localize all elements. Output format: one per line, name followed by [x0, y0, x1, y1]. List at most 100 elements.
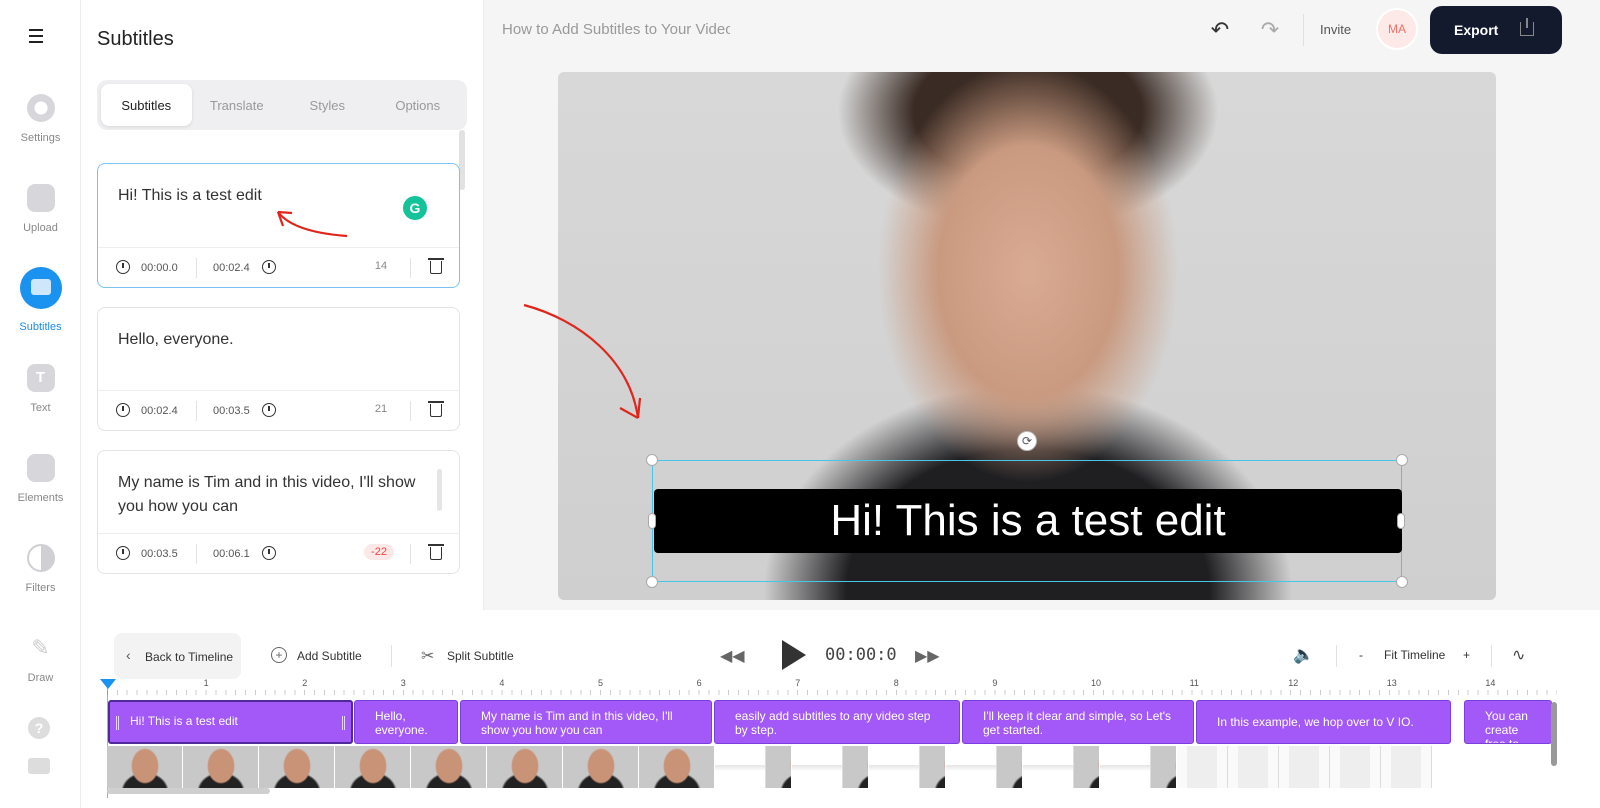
tab-subtitles[interactable]: Subtitles: [101, 84, 192, 126]
subtitle-overlay[interactable]: Hi! This is a test edit: [654, 489, 1402, 553]
upload-icon: [1520, 18, 1534, 36]
start-time[interactable]: 00:00.0: [141, 262, 178, 274]
back-to-timeline-button[interactable]: ‹ Back to Timeline: [114, 633, 241, 679]
thumbnail: [946, 746, 997, 788]
segment-text: I'll keep it clear and simple, so Let's …: [983, 709, 1172, 737]
thumbnail: [920, 746, 946, 788]
rail-item-settings[interactable]: Settings: [0, 94, 81, 144]
play-icon[interactable]: [782, 640, 806, 670]
redo-icon[interactable]: ↷: [1256, 16, 1284, 44]
avatar[interactable]: MA: [1376, 8, 1418, 50]
panel-tabs: Subtitles Translate Styles Options: [97, 80, 467, 130]
resize-handle[interactable]: [1396, 576, 1408, 588]
resize-handle[interactable]: [648, 513, 656, 529]
segment-grip[interactable]: [342, 716, 345, 730]
start-time[interactable]: 00:03.5: [141, 548, 178, 560]
end-clock-icon[interactable]: [262, 546, 276, 560]
keyboard-icon[interactable]: [28, 758, 50, 774]
end-clock-icon[interactable]: [262, 260, 276, 274]
export-button[interactable]: Export: [1430, 6, 1562, 54]
thumbnail: [335, 746, 411, 788]
subtitle-text[interactable]: Hi! This is a test edit: [118, 184, 419, 208]
timeline-segment[interactable]: Hello, everyone.: [354, 700, 458, 744]
timeline-segment[interactable]: My name is Tim and in this video, I'll s…: [460, 700, 712, 744]
subtitle-card-footer: 00:00.0 00:02.4 14: [98, 247, 459, 287]
chevron-left-icon: ‹: [126, 647, 131, 663]
timeline-segment[interactable]: You can create free to go st: [1464, 700, 1552, 744]
tab-styles[interactable]: Styles: [282, 84, 373, 126]
segment-text: My name is Tim and in this video, I'll s…: [481, 709, 673, 737]
resize-handle[interactable]: [646, 576, 658, 588]
zoom-out-button[interactable]: -: [1359, 648, 1363, 662]
subtitle-text[interactable]: Hello, everyone.: [118, 328, 419, 352]
rail-item-upload[interactable]: Upload: [0, 184, 81, 234]
timeline-horizontal-scrollbar[interactable]: [107, 788, 270, 794]
thumbnail: [259, 746, 335, 788]
start-clock-icon[interactable]: [116, 403, 130, 417]
elements-icon: [26, 454, 55, 482]
timeline-segment[interactable]: easily add subtitles to any video step b…: [714, 700, 960, 744]
waveform-icon[interactable]: ∿: [1512, 645, 1525, 665]
rail-item-label: Draw: [27, 672, 54, 684]
thumbnail: [1074, 746, 1100, 788]
end-time[interactable]: 00:06.1: [213, 548, 250, 560]
subtitle-card[interactable]: Hello, everyone. 00:02.4 00:03.5 21: [97, 307, 460, 431]
subtitle-text[interactable]: My name is Tim and in this video, I'll s…: [118, 471, 419, 519]
plus-circle-icon[interactable]: +: [271, 647, 287, 663]
scissors-icon[interactable]: ✂: [421, 646, 434, 666]
timeline-vertical-scrollbar[interactable]: [1551, 702, 1557, 766]
start-clock-icon[interactable]: [116, 546, 130, 560]
skip-back-icon[interactable]: ◀◀: [720, 646, 745, 666]
card-scrollbar[interactable]: [437, 469, 442, 511]
trash-icon[interactable]: [428, 544, 444, 560]
zoom-in-button[interactable]: +: [1463, 648, 1470, 662]
volume-icon[interactable]: 🔈: [1293, 645, 1314, 665]
help-icon[interactable]: ?: [28, 717, 50, 739]
grammarly-icon[interactable]: G: [403, 196, 427, 220]
menu-icon[interactable]: [29, 29, 51, 45]
rail-item-label: Settings: [20, 132, 61, 144]
subtitle-card[interactable]: My name is Tim and in this video, I'll s…: [97, 450, 460, 574]
resize-handle[interactable]: [1396, 454, 1408, 466]
timeline-segment[interactable]: Hi! This is a test edit: [108, 700, 353, 744]
thumbnail: [487, 746, 563, 788]
image-upload-icon: [26, 184, 55, 212]
rail-item-text[interactable]: T Text: [0, 364, 81, 414]
end-time[interactable]: 00:03.5: [213, 405, 250, 417]
project-title[interactable]: How to Add Subtitles to Your Video: [502, 21, 730, 38]
thumbnail: [1023, 746, 1074, 788]
add-subtitle-button[interactable]: Add Subtitle: [297, 649, 362, 663]
invite-button[interactable]: Invite: [1320, 22, 1351, 37]
timeline-ruler[interactable]: [107, 680, 1557, 696]
segment-text: easily add subtitles to any video step b…: [735, 709, 931, 737]
trash-icon[interactable]: [428, 401, 444, 417]
split-subtitle-button[interactable]: Split Subtitle: [447, 649, 514, 663]
rail-item-elements[interactable]: Elements: [0, 454, 81, 504]
timeline-segment[interactable]: In this example, we hop over to V IO.: [1196, 700, 1451, 744]
end-clock-icon[interactable]: [262, 403, 276, 417]
segment-grip[interactable]: [116, 716, 119, 730]
rotate-icon[interactable]: ⟳: [1017, 431, 1037, 451]
rail-item-subtitles[interactable]: Subtitles: [0, 267, 81, 333]
timeline-segment[interactable]: I'll keep it clear and simple, so Let's …: [962, 700, 1194, 744]
tab-options[interactable]: Options: [373, 84, 464, 126]
tab-translate[interactable]: Translate: [192, 84, 283, 126]
start-time[interactable]: 00:02.4: [141, 405, 178, 417]
video-thumbnails-strip[interactable]: [107, 746, 1553, 788]
resize-handle[interactable]: [1397, 513, 1405, 529]
resize-handle[interactable]: [646, 454, 658, 466]
ruler-number: 10: [1091, 678, 1102, 688]
rail-item-filters[interactable]: Filters: [0, 544, 81, 594]
playhead[interactable]: [100, 679, 116, 689]
undo-icon[interactable]: ↶: [1206, 16, 1234, 44]
trash-icon[interactable]: [428, 258, 444, 274]
start-clock-icon[interactable]: [116, 260, 130, 274]
thumbnail: [107, 746, 183, 788]
fit-timeline-button[interactable]: Fit Timeline: [1384, 648, 1445, 662]
end-time[interactable]: 00:02.4: [213, 262, 250, 274]
skip-forward-icon[interactable]: ▶▶: [915, 646, 940, 666]
subtitle-card[interactable]: Hi! This is a test edit G 00:00.0 00:02.…: [97, 163, 460, 288]
rail-item-draw[interactable]: ✎ Draw: [0, 634, 81, 684]
segment-text: In this example, we hop over to V IO.: [1217, 715, 1414, 729]
thumbnail: [563, 746, 639, 788]
